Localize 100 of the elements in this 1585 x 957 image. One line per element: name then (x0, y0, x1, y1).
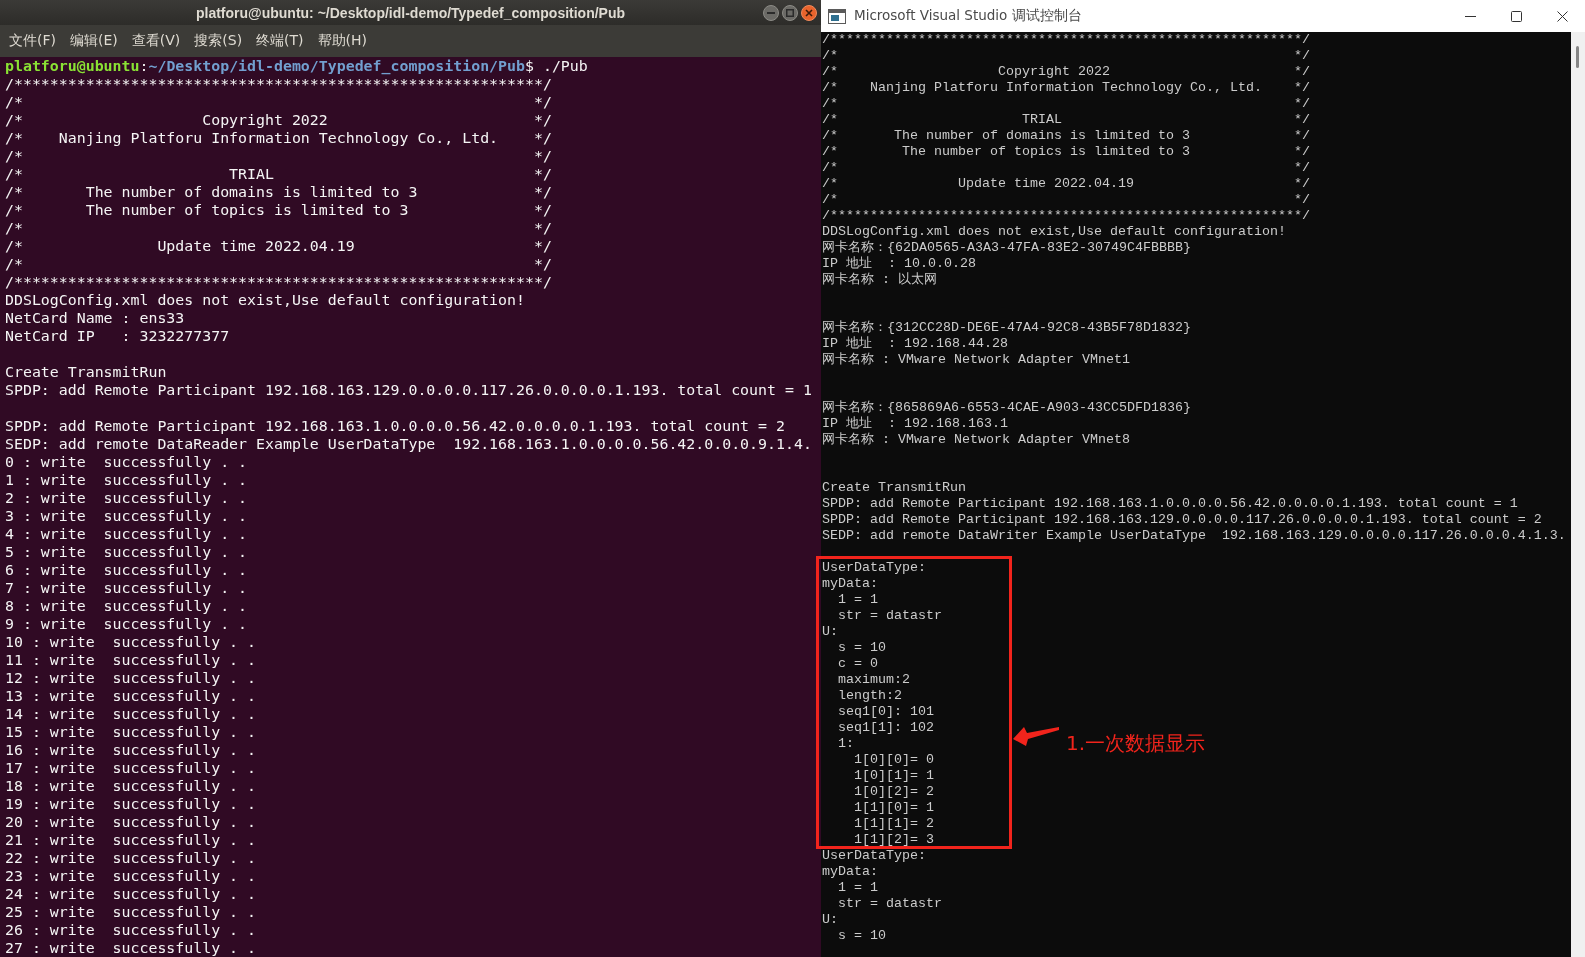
output-line: 4 : write successfully . . (5, 525, 248, 543)
console-line: 1[1][1]= 2 (854, 816, 934, 832)
output-line: 14 : write successfully . . (5, 705, 257, 723)
console-line: /* Copyright 2022 */ (822, 64, 1310, 80)
output-line: 8 : write successfully . . (5, 597, 248, 615)
output-line: 22 : write successfully . . (5, 849, 257, 867)
output-line: 3 : write successfully . . (5, 507, 248, 525)
output-line: 0 : write successfully . . (5, 453, 248, 471)
console-line: myData: (822, 576, 878, 592)
maximize-icon (786, 8, 794, 17)
output-line: 23 : write successfully . . (5, 867, 257, 885)
menu-item[interactable]: 查看(V) (131, 32, 181, 50)
console-line: /***********************************************************/ (822, 208, 1310, 224)
console-line: SPDP: add Remote Participant 192.168.163.129.0.0.0.0.117.26.0.0.0.0.1.193. total count = 2 (822, 512, 1542, 528)
output-line: 20 : write successfully . . (5, 813, 257, 831)
console-line: /* */ (822, 48, 1310, 64)
console-line: 网卡名称：{312CC28D-DE6E-47A4-92C8-43B5F78D1832} (822, 320, 1191, 336)
console-line: 网卡名称 : VMware Network Adapter VMnet1 (822, 352, 1130, 368)
output-line: 11 : write successfully . . (5, 651, 257, 669)
close-icon (805, 8, 813, 17)
scrollbar-thumb[interactable] (1576, 46, 1579, 68)
console-line: 1 = 1 (838, 592, 878, 608)
console-line: 网卡名称：{865869A6-6553-4CAE-A903-43CC5DFD1836} (822, 400, 1191, 416)
output-line: /* TRIAL */ (5, 165, 552, 183)
console-line: 1[0][2]= 2 (854, 784, 934, 800)
output-line: /* */ (5, 255, 552, 273)
output-line: SPDP: add Remote Participant 192.168.163.129.0.0.0.0.117.26.0.0.0.0.1.193. total count = 1 (5, 381, 812, 399)
output-line: /* Nanjing Platforu Information Technology Co., Ltd. */ (5, 129, 552, 147)
output-line: Create TransmitRun (5, 363, 167, 381)
output-line: 13 : write successfully . . (5, 687, 257, 705)
window-title: platforu@ubuntu: ~/Desktop/idl-demo/Typedef_composition/Pub (195, 4, 626, 21)
output-line: 25 : write successfully . . (5, 903, 257, 921)
annotation-label: 1.一次数据显示 (1066, 730, 1206, 756)
maximize-icon (1510, 10, 1522, 22)
output-line: 6 : write successfully . . (5, 561, 248, 579)
close-button[interactable] (801, 4, 817, 21)
console-line: UserDataType: (822, 848, 926, 864)
console-line: 1[0][1]= 1 (854, 768, 934, 784)
minimize-icon (1464, 15, 1476, 17)
scrollbar[interactable] (1571, 32, 1585, 957)
prompt-line: platforu@ubuntu:~/Desktop/idl-demo/Typedef_composition/Pub$ ./Pub (5, 57, 588, 75)
console-line: 网卡名称 : VMware Network Adapter VMnet8 (822, 432, 1130, 448)
menu-item[interactable]: 终端(T) (256, 32, 304, 50)
output-line: 17 : write successfully . . (5, 759, 257, 777)
console-line: seq1[0]: 101 (838, 704, 934, 720)
console-line: 网卡名称 : 以太网 (822, 272, 937, 288)
console-line: IP 地址 : 192.168.163.1 (822, 416, 1008, 432)
arrow-icon (1013, 726, 1059, 746)
output-line: 7 : write successfully . . (5, 579, 248, 597)
console-line: c = 0 (838, 656, 878, 672)
output-line: NetCard IP : 3232277377 (5, 327, 230, 345)
console-line: 1 = 1 (838, 880, 878, 896)
output-line: /***********************************************************/ (5, 273, 552, 291)
output-line: 12 : write successfully . . (5, 669, 257, 687)
menu-item[interactable]: 帮助(H) (317, 32, 368, 50)
output-line: /* */ (5, 147, 552, 165)
menu-item[interactable]: 文件(F) (9, 32, 56, 50)
output-line: 18 : write successfully . . (5, 777, 257, 795)
minimize-button[interactable] (763, 4, 779, 21)
console-line: /* TRIAL */ (822, 112, 1310, 128)
menu-item[interactable]: 编辑(E) (70, 32, 118, 50)
output-line: /* The number of domains is limited to 3 */ (5, 183, 552, 201)
console-line: SPDP: add Remote Participant 192.168.163.1.0.0.0.0.56.42.0.0.0.0.1.193. total count = 1 (822, 496, 1518, 512)
console-line: maximum:2 (838, 672, 910, 688)
console-line: seq1[1]: 102 (838, 720, 934, 736)
output-line: DDSLogConfig.xml does not exist,Use default configuration! (5, 291, 525, 309)
maximize-button[interactable] (782, 4, 798, 21)
output-line: 2 : write successfully . . (5, 489, 248, 507)
console-line: str = datastr (838, 896, 942, 912)
console-line: 1: (838, 736, 854, 752)
console-line: 1[1][2]= 3 (854, 832, 934, 848)
output-line: 1 : write successfully . . (5, 471, 248, 489)
output-line: SPDP: add Remote Participant 192.168.163.1.0.0.0.0.56.42.0.0.0.0.1.193. total count = 2 (5, 417, 785, 435)
console-line: /* The number of topics is limited to 3 */ (822, 144, 1310, 160)
output-line: NetCard Name : ens33 (5, 309, 185, 327)
output-line: 27 : write successfully . . (5, 939, 257, 957)
console-line: /***********************************************************/ (822, 32, 1310, 48)
console-line: /* */ (822, 160, 1310, 176)
console-line: 1[0][0]= 0 (854, 752, 934, 768)
output-line: /* */ (5, 93, 552, 111)
output-line: /***********************************************************/ (5, 75, 552, 93)
console-line: IP 地址 : 10.0.0.28 (822, 256, 976, 272)
output-line: 5 : write successfully . . (5, 543, 248, 561)
console-icon (828, 8, 846, 24)
output-line: 24 : write successfully . . (5, 885, 257, 903)
console-line: /* */ (822, 96, 1310, 112)
output-line: 21 : write successfully . . (5, 831, 257, 849)
console-line: 1[1][0]= 1 (854, 800, 934, 816)
console-line: UserDataType: (822, 560, 926, 576)
output-line: /* */ (5, 219, 552, 237)
close-icon (1556, 10, 1568, 22)
console-line: /* Update time 2022.04.19 */ (822, 176, 1310, 192)
output-line: 15 : write successfully . . (5, 723, 257, 741)
menu-item[interactable]: 搜索(S) (194, 32, 243, 50)
console-line: str = datastr (838, 608, 942, 624)
console-line: U: (822, 624, 838, 640)
console-line: length:2 (838, 688, 902, 704)
output-line: 9 : write successfully . . (5, 615, 248, 633)
console-line: SEDP: add remote DataWriter Example UserDataType 192.168.163.129.0.0.0.0.117.26.0.0.0.4.1.3. (822, 528, 1566, 544)
console-line: 网卡名称：{62DA0565-A3A3-47FA-83E2-30749C4FBBBB} (822, 240, 1191, 256)
